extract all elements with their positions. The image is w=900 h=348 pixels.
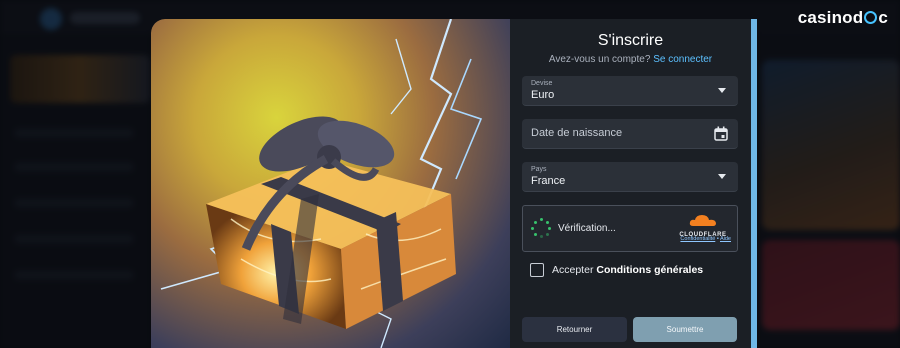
currency-value: Euro: [531, 89, 555, 101]
birthdate-placeholder: Date de naissance: [531, 127, 623, 139]
captcha-status: Vérification...: [558, 223, 616, 234]
registration-form: S'inscrire Avez-vous un compte? Se conne…: [510, 19, 751, 348]
terms-label[interactable]: Accepter Conditions générales: [552, 264, 703, 276]
brand-name-suffix: c: [878, 8, 888, 27]
gift-box-illustration: [160, 19, 483, 348]
have-account-text: Avez-vous un compte?: [548, 54, 651, 65]
submit-button[interactable]: Soumettre: [633, 317, 737, 342]
brand-o-ring-icon: [864, 11, 878, 24]
country-label: Pays: [531, 166, 547, 173]
login-prompt: Avez-vous un compte? Se connecter: [510, 54, 751, 65]
terms-checkbox[interactable]: [530, 263, 544, 277]
login-link[interactable]: Se connecter: [653, 54, 712, 65]
cloudflare-cloud-icon: [689, 215, 716, 226]
country-select[interactable]: Pays France: [522, 162, 738, 192]
terms-prefix: Accepter: [552, 264, 594, 276]
cloudflare-captcha[interactable]: Vérification... CLOUDFLARE Confidentiali…: [522, 205, 738, 252]
currency-label: Devise: [531, 80, 553, 87]
chevron-down-icon: [718, 174, 726, 179]
birthdate-field[interactable]: Date de naissance: [522, 119, 738, 149]
brand-logo[interactable]: casinod c: [798, 8, 888, 28]
brand-name-prefix: casinod: [797, 8, 864, 27]
terms-link[interactable]: Conditions générales: [596, 264, 703, 276]
registration-modal: S'inscrire Avez-vous un compte? Se conne…: [151, 19, 757, 348]
spinner-icon: [531, 218, 551, 238]
captcha-links: Confidentialité • Aide: [680, 236, 731, 242]
calendar-icon[interactable]: [714, 126, 728, 141]
currency-select[interactable]: Devise Euro: [522, 76, 738, 106]
privacy-link[interactable]: Confidentialité: [680, 236, 715, 242]
form-title: S'inscrire: [597, 32, 664, 49]
chevron-down-icon: [718, 88, 726, 93]
link-separator: •: [716, 236, 719, 242]
modal-scrollbar[interactable]: [751, 19, 757, 348]
country-value: France: [531, 175, 566, 187]
cloudflare-logo: CLOUDFLARE: [675, 214, 731, 238]
gift-hero-image: [151, 19, 510, 348]
help-link[interactable]: Aide: [720, 236, 731, 242]
back-button[interactable]: Retourner: [522, 317, 627, 342]
